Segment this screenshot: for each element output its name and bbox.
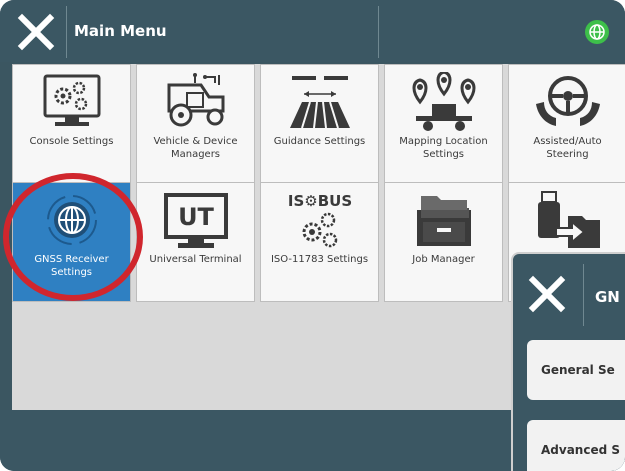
gnss-status-icon	[585, 20, 609, 44]
steering-wheel-icon	[535, 76, 600, 126]
tile-label: Mapping Location Settings	[399, 136, 488, 160]
tile-label: ISO-11783 Settings	[270, 254, 369, 265]
tile-mapping-location-settings[interactable]: Mapping Location Settings	[384, 64, 503, 184]
header-bar: Main Menu	[0, 0, 625, 62]
ut-icon-text: UT	[178, 203, 214, 231]
tile-iso-11783-settings[interactable]: IS⚙BUS ISO-11783 Settings	[260, 182, 379, 302]
close-icon	[17, 13, 55, 51]
tile-console-settings[interactable]: Console Settings	[12, 64, 131, 184]
ut-monitor-icon: UT	[163, 193, 228, 248]
isobus-icon: IS⚙BUS	[287, 192, 352, 248]
vehicle-device-icon	[167, 73, 224, 127]
tile-guidance-settings[interactable]: Guidance Settings	[260, 64, 379, 184]
tile-vehicle-device-managers[interactable]: Vehicle & Device Managers	[136, 64, 255, 184]
close-button[interactable]	[10, 8, 62, 56]
close-icon	[528, 275, 566, 313]
advanced-settings-item[interactable]: Advanced S	[527, 420, 625, 471]
popup-divider	[583, 264, 584, 326]
highlight-circle	[3, 173, 143, 301]
general-settings-item[interactable]: General Se	[527, 340, 625, 400]
tile-label: Console Settings	[29, 136, 114, 147]
guidance-settings-icon	[289, 76, 350, 129]
tile-label: Vehicle & Device Managers	[153, 136, 238, 160]
header-divider	[378, 6, 379, 58]
tile-assisted-auto-steering[interactable]: Assisted/Auto Steering	[508, 64, 625, 184]
tile-label: Job Manager	[412, 254, 475, 265]
header-divider	[66, 6, 67, 58]
gnss-status-button[interactable]	[583, 18, 611, 46]
file-drawer-icon	[416, 196, 471, 246]
tile-universal-terminal[interactable]: UT Universal Terminal	[136, 182, 255, 302]
popup-close-button[interactable]	[521, 268, 573, 320]
isobus-icon-text: IS⚙BUS	[287, 192, 351, 210]
tile-label: Universal Terminal	[149, 254, 242, 265]
tile-label: Guidance Settings	[273, 136, 366, 147]
gnss-settings-popup: GN General Se Advanced S	[511, 252, 625, 471]
main-menu-screen: Main Menu Console Settings Vehicle & Dev…	[0, 0, 625, 471]
page-title: Main Menu	[74, 22, 167, 40]
tile-job-manager[interactable]: Job Manager	[384, 182, 503, 302]
tile-label: Assisted/Auto Steering	[533, 136, 602, 160]
mapping-location-icon	[412, 72, 475, 131]
usb-transfer-icon	[537, 191, 600, 248]
popup-title: GN	[595, 288, 620, 306]
console-settings-icon	[43, 74, 100, 126]
